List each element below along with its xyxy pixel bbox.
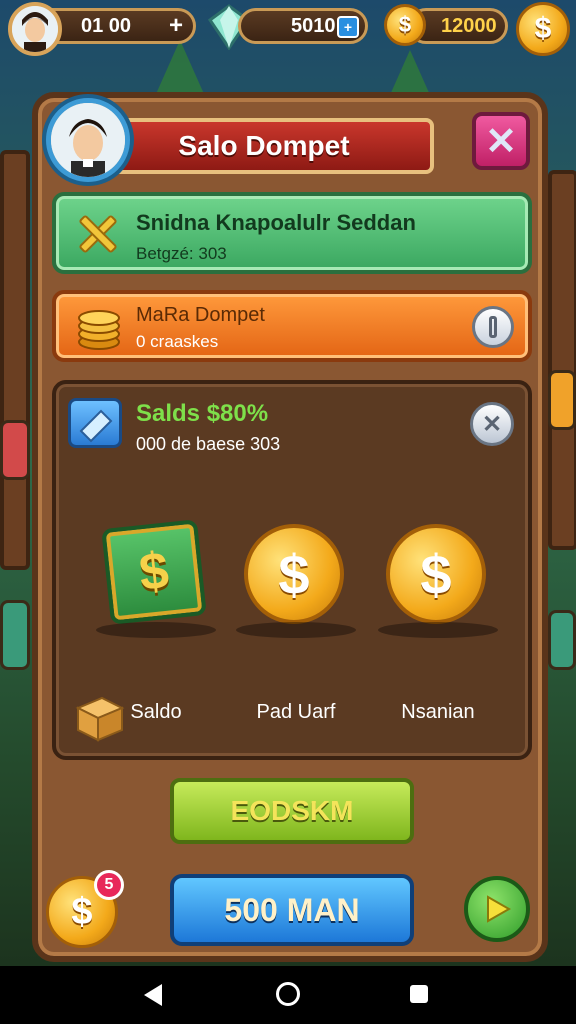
info-icon bbox=[489, 316, 497, 338]
reward-item[interactable]: $ Pad Uarf bbox=[236, 524, 356, 724]
balance-title: Salds $80% bbox=[136, 400, 269, 427]
reward-item[interactable]: $ Nsanian bbox=[378, 524, 498, 724]
coins-value: 12000 bbox=[441, 14, 497, 37]
close-icon: ✕ bbox=[481, 410, 503, 438]
system-nav-bar bbox=[0, 966, 576, 1024]
recent-apps-icon[interactable] bbox=[410, 985, 428, 1003]
close-icon: ✕ bbox=[485, 120, 517, 163]
coin-icon: $ bbox=[244, 524, 344, 624]
coin-icon: $ bbox=[386, 524, 486, 624]
treasure-box-icon bbox=[75, 696, 125, 742]
shadow bbox=[236, 622, 356, 638]
background-block bbox=[0, 600, 30, 670]
play-icon bbox=[487, 895, 512, 923]
ticket-icon bbox=[68, 398, 122, 448]
reward-label: Nsanian bbox=[401, 701, 475, 723]
notification-badge: 5 bbox=[94, 870, 124, 900]
lives-value: 01 00 bbox=[81, 14, 132, 37]
home-icon[interactable] bbox=[276, 982, 300, 1006]
background-house bbox=[0, 150, 30, 570]
background-block bbox=[548, 370, 576, 430]
play-button[interactable] bbox=[464, 876, 530, 942]
confirm-button[interactable]: EODSKM bbox=[170, 778, 414, 844]
add-gems-button[interactable]: + bbox=[337, 16, 359, 38]
panel-title: Salo Dompet bbox=[94, 118, 434, 174]
dismiss-button[interactable]: ✕ bbox=[470, 402, 514, 446]
info-button[interactable] bbox=[472, 306, 514, 348]
quest-row[interactable]: Snidna Knapoalulr Seddan Betgzé: 303 bbox=[52, 192, 532, 274]
quest-subtitle: Betgzé: 303 bbox=[136, 244, 227, 263]
main-action-button[interactable]: 500 MAN bbox=[170, 874, 414, 946]
shadow bbox=[378, 622, 498, 638]
avatar-face-icon bbox=[12, 6, 58, 52]
balance-panel: Salds $80% 000 de baese 303 ✕ $ Saldo $ … bbox=[52, 380, 532, 760]
shadow bbox=[96, 622, 216, 638]
ticket-shape-icon bbox=[79, 409, 113, 443]
back-icon[interactable] bbox=[144, 984, 162, 1006]
wallet-panel: Salo Dompet ✕ Snidna Knapoalulr Seddan B… bbox=[32, 92, 548, 962]
player-avatar[interactable] bbox=[8, 2, 62, 56]
coin-icon: $ bbox=[384, 4, 426, 46]
crossed-swords-icon bbox=[79, 215, 117, 253]
background-block bbox=[0, 420, 30, 480]
avatar-face-icon bbox=[51, 103, 125, 177]
background-house bbox=[548, 170, 576, 550]
add-lives-button[interactable]: + bbox=[169, 12, 183, 40]
wallet-subtitle: 0 craaskes bbox=[136, 332, 219, 351]
profile-avatar[interactable] bbox=[46, 98, 130, 182]
cash-icon: $ bbox=[101, 519, 207, 625]
balance-subtitle: 000 de baese 303 bbox=[136, 434, 281, 454]
shop-coin-button[interactable]: $ bbox=[516, 2, 570, 56]
reward-label: Pad Uarf bbox=[256, 701, 336, 723]
quest-title: Snidna Knapoalulr Seddan bbox=[136, 210, 416, 235]
wallet-row[interactable]: MaRa Dompet 0 craaskes bbox=[52, 290, 532, 362]
background-block bbox=[548, 610, 576, 670]
close-button[interactable]: ✕ bbox=[472, 112, 530, 170]
wallet-title: MaRa Dompet bbox=[136, 304, 265, 326]
top-hud: 01 00 + 5010 + $ 12000 $ bbox=[0, 0, 576, 56]
coin-stack-icon bbox=[78, 310, 120, 350]
gems-value: 5010 bbox=[291, 14, 336, 37]
gems-counter[interactable]: 5010 + bbox=[238, 8, 368, 44]
